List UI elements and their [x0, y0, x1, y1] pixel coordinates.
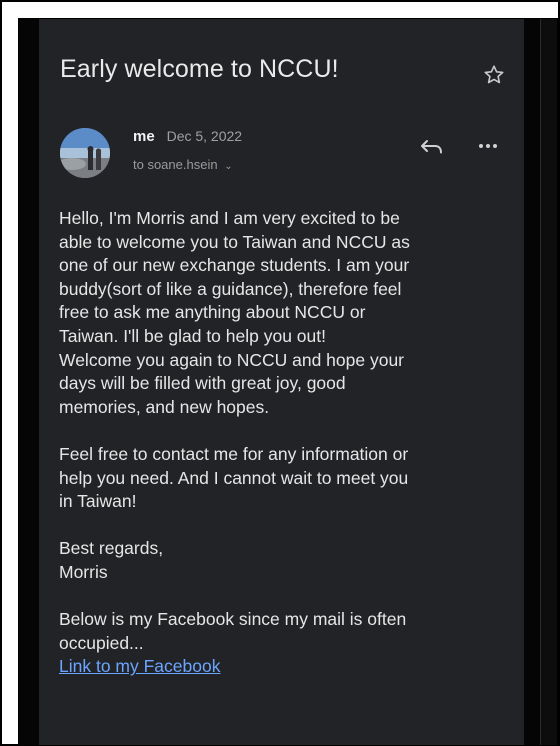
star-icon	[484, 65, 504, 84]
body-line: help you need. And I cannot wait to meet…	[59, 467, 409, 488]
body-line: Hello, I'm Morris and I am very excited …	[59, 208, 400, 228]
body-line: occupied...	[59, 632, 144, 653]
sender-line: me Dec 5, 2022	[133, 128, 242, 145]
body-line: one of our new exchange students. I am y…	[59, 255, 410, 276]
window-edge	[540, 19, 557, 745]
body-line: Best regards,	[59, 538, 164, 559]
email-view: Early welcome to NCCU! me Dec 5, 2022 to…	[39, 19, 524, 745]
body-line: free to ask me anything about NCCU or	[59, 302, 366, 323]
avatar-photo	[60, 128, 110, 178]
facebook-link[interactable]: Link to my Facebook	[59, 655, 509, 679]
reply-button[interactable]	[417, 131, 447, 161]
outer-frame: Early welcome to NCCU! me Dec 5, 2022 to…	[0, 0, 560, 746]
body-line: buddy(sort of like a guidance), therefor…	[59, 278, 402, 299]
chevron-down-icon: ⌄	[224, 161, 233, 172]
body-line: Morris	[59, 561, 108, 582]
body-line: in Taiwan!	[59, 491, 137, 512]
avatar[interactable]	[60, 128, 110, 178]
email-body: Hello, I'm Morris and I am very excited …	[59, 207, 509, 702]
more-options-button[interactable]	[473, 131, 503, 161]
sender-name: me	[133, 128, 155, 145]
email-subject: Early welcome to NCCU!	[60, 55, 339, 83]
body-paragraph-1: Hello, I'm Morris and I am very excited …	[59, 207, 509, 419]
body-line: days will be filled with great joy, good	[59, 373, 346, 394]
body-paragraph-4: Below is my Facebook since my mail is of…	[59, 608, 509, 679]
body-line: Taiwan. I'll be glad to help you out!	[59, 325, 326, 346]
body-line: Welcome you again to NCCU and hope your	[59, 349, 405, 370]
body-paragraph-3: Best regards, Morris	[59, 537, 509, 584]
recipient-label: to soane.hsein	[133, 157, 218, 172]
body-line: Below is my Facebook since my mail is of…	[59, 609, 407, 630]
body-line: Feel free to contact me for any informat…	[59, 443, 409, 464]
reply-icon	[421, 140, 442, 154]
body-line: able to welcome you to Taiwan and NCCU a…	[59, 231, 410, 252]
body-line: memories, and new hopes.	[59, 396, 270, 417]
app-window: Early welcome to NCCU! me Dec 5, 2022 to…	[18, 18, 558, 746]
body-paragraph-2: Feel free to contact me for any informat…	[59, 443, 509, 514]
more-icon	[479, 144, 497, 148]
recipient-details[interactable]: to soane.hsein ⌄	[133, 157, 233, 172]
email-date: Dec 5, 2022	[166, 128, 243, 144]
star-button[interactable]	[482, 63, 506, 87]
